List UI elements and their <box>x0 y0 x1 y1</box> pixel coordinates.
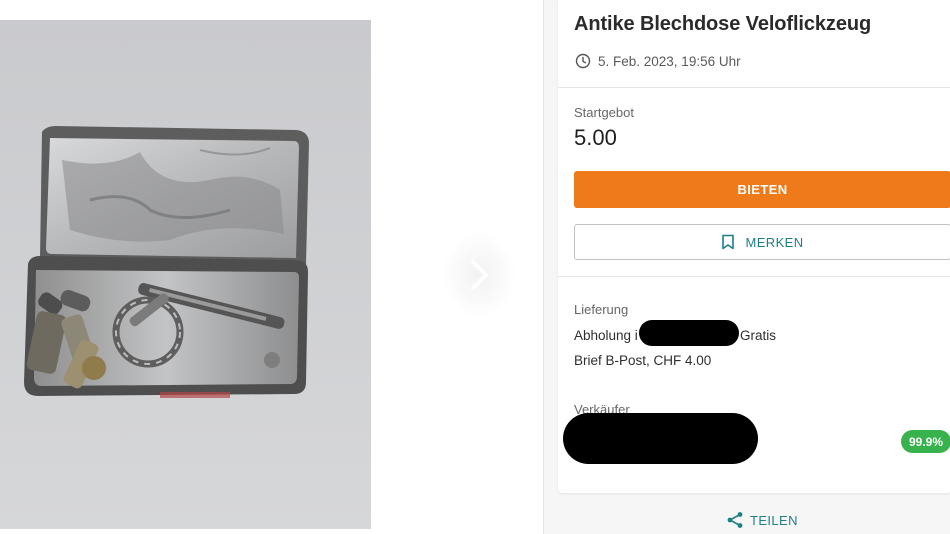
delivery-label: Lieferung <box>574 302 629 317</box>
redaction-location <box>639 320 739 346</box>
listing-date-text: 5. Feb. 2023, 19:56 Uhr <box>598 53 741 69</box>
divider <box>558 276 950 277</box>
post-shipping-text: Brief B-Post, CHF 4.00 <box>574 353 712 368</box>
clock-icon <box>575 53 591 69</box>
tin-box-image <box>0 20 371 529</box>
seller-rating-badge: 99.9% <box>901 430 950 453</box>
share-button[interactable]: TEILEN <box>726 511 798 529</box>
share-icon <box>727 512 743 528</box>
product-photo[interactable] <box>0 20 371 529</box>
listing-page: Antike Blechdose Veloflickzeug 5. Feb. 2… <box>0 0 950 534</box>
bookmark-icon <box>722 234 735 250</box>
start-bid-price: 5.00 <box>574 125 617 150</box>
redaction-seller-name <box>563 413 758 464</box>
listing-sidebar: Antike Blechdose Veloflickzeug 5. Feb. 2… <box>543 0 950 534</box>
listing-date: 5. Feb. 2023, 19:56 Uhr <box>575 53 741 69</box>
share-label: TEILEN <box>750 512 798 528</box>
bid-button[interactable]: BIETEN <box>574 171 950 208</box>
chevron-right-icon <box>471 260 488 290</box>
start-bid-label: Startgebot <box>574 105 634 120</box>
pickup-text-prefix: Abholung i <box>574 328 638 343</box>
pickup-text-price: Gratis <box>740 328 777 343</box>
gallery-next-button[interactable] <box>441 230 517 320</box>
watch-button[interactable]: MERKEN <box>574 224 950 260</box>
watch-button-label: MERKEN <box>745 234 804 250</box>
divider <box>558 87 950 88</box>
listing-card: Antike Blechdose Veloflickzeug 5. Feb. 2… <box>558 0 950 493</box>
listing-title: Antike Blechdose Veloflickzeug <box>574 13 872 35</box>
